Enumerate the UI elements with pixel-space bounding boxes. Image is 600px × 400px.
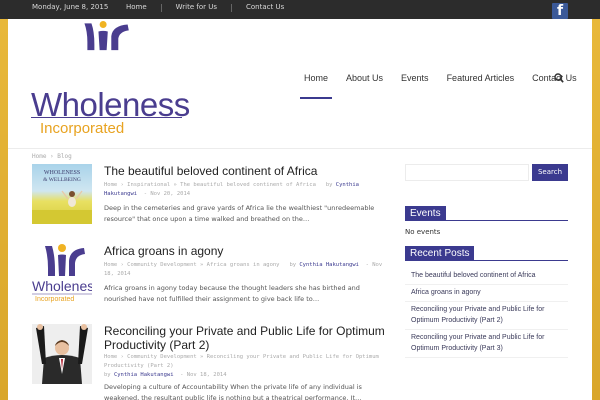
post-meta-path[interactable]: Home › Community Development » Africa gr… bbox=[104, 262, 280, 268]
post-meta: Home › Inspirational » The beautiful bel… bbox=[104, 182, 359, 197]
post-meta: Home › Community Development » Reconcili… bbox=[104, 354, 379, 378]
nav-item-events[interactable]: Events bbox=[397, 73, 433, 83]
post-thumbnail[interactable] bbox=[32, 324, 92, 384]
top-links: Home Write for Us Contact Us bbox=[126, 3, 284, 12]
post-title[interactable]: The beautiful beloved continent of Afric… bbox=[104, 164, 392, 178]
events-heading: Events bbox=[405, 206, 446, 221]
post-item: Reconciling your Private and Public Life… bbox=[32, 324, 392, 400]
divider bbox=[231, 4, 232, 12]
recent-posts-list: The beautiful beloved continent of Afric… bbox=[405, 268, 568, 358]
logo-subtitle: Incorporated bbox=[40, 120, 125, 137]
nav-item-home[interactable]: Home bbox=[300, 73, 333, 99]
recent-post-link[interactable]: Reconciling your Private and Public Life… bbox=[405, 302, 568, 330]
post-item: WHOLENESS & WELLBEING The beautiful belo… bbox=[32, 164, 392, 226]
post-meta-path[interactable]: Home › Inspirational » The beautiful bel… bbox=[104, 182, 316, 188]
post-meta-by: by bbox=[325, 182, 333, 188]
thumb-title: WHOLENESS bbox=[44, 170, 80, 176]
logo-rule bbox=[31, 117, 182, 118]
logo-name: Wholeness bbox=[31, 86, 190, 123]
sidebar-search-input[interactable] bbox=[405, 164, 529, 181]
events-heading-rule bbox=[405, 220, 568, 221]
main-nav: Home About Us Events Featured Articles C… bbox=[300, 73, 591, 99]
post-item: Wholenes Incorporated Africa groans in a… bbox=[32, 244, 392, 306]
post-author[interactable]: Cynthia Hakutangwi bbox=[114, 372, 174, 378]
header-divider bbox=[8, 148, 592, 149]
nav-item-about-us[interactable]: About Us bbox=[342, 73, 387, 83]
sidebar-search-button[interactable]: Search bbox=[532, 164, 568, 181]
page-edge-right bbox=[592, 19, 600, 400]
recent-posts-heading-rule bbox=[405, 260, 568, 261]
page-edge-left bbox=[0, 19, 8, 400]
post-meta-path[interactable]: Home › Community Development » Reconcili… bbox=[104, 354, 379, 369]
wholeness-logo-image: Wholenes Incorporated bbox=[32, 244, 92, 303]
post-thumbnail[interactable]: WHOLENESS & WELLBEING bbox=[32, 164, 92, 224]
post-author[interactable]: Cynthia Hakutangwi bbox=[299, 262, 359, 268]
thumb-title: Wholenes bbox=[32, 278, 92, 294]
top-link-write-for-us[interactable]: Write for Us bbox=[176, 3, 217, 12]
businessman-image bbox=[32, 324, 92, 384]
post-thumbnail[interactable]: Wholenes Incorporated bbox=[32, 244, 92, 304]
logo-mark-icon bbox=[84, 21, 129, 51]
post-date: Nov 18, 2014 bbox=[186, 372, 227, 378]
post-excerpt: Africa groans in agony today because the… bbox=[104, 284, 360, 303]
recent-posts-heading: Recent Posts bbox=[405, 246, 475, 261]
recent-post-link[interactable]: Africa groans in agony bbox=[405, 285, 568, 302]
site-logo[interactable] bbox=[30, 21, 185, 91]
events-empty-text: No events bbox=[405, 228, 441, 236]
divider bbox=[160, 4, 162, 12]
thumb-subtitle: Incorporated bbox=[35, 296, 74, 303]
post-meta-by: by bbox=[104, 372, 111, 378]
post-title[interactable]: Africa groans in agony bbox=[104, 244, 392, 258]
top-link-contact-us[interactable]: Contact Us bbox=[246, 3, 284, 12]
post-title[interactable]: Reconciling your Private and Public Life… bbox=[104, 324, 392, 352]
top-link-home[interactable]: Home bbox=[126, 3, 147, 12]
post-excerpt: Deep in the cemeteries and grave yards o… bbox=[104, 204, 375, 223]
recent-post-link[interactable]: Reconciling your Private and Public Life… bbox=[405, 330, 568, 358]
nav-item-featured-articles[interactable]: Featured Articles bbox=[443, 73, 519, 83]
post-date: Nov 20, 2014 bbox=[150, 191, 191, 197]
breadcrumb[interactable]: Home › Blog bbox=[32, 153, 72, 160]
search-icon[interactable] bbox=[554, 73, 564, 83]
recent-post-link[interactable]: The beautiful beloved continent of Afric… bbox=[405, 268, 568, 285]
thumb-subtitle: & WELLBEING bbox=[43, 177, 81, 183]
current-date: Monday, June 8, 2015 bbox=[32, 3, 109, 11]
post-excerpt: Developing a culture of Accountability W… bbox=[104, 383, 362, 400]
facebook-icon[interactable]: f bbox=[552, 3, 568, 19]
woman-in-field-image: WHOLENESS & WELLBEING bbox=[32, 170, 92, 224]
top-bar: Monday, June 8, 2015 Home Write for Us C… bbox=[0, 0, 600, 19]
post-meta: Home › Community Development » Africa gr… bbox=[104, 262, 383, 277]
post-meta-by: by bbox=[289, 262, 297, 268]
